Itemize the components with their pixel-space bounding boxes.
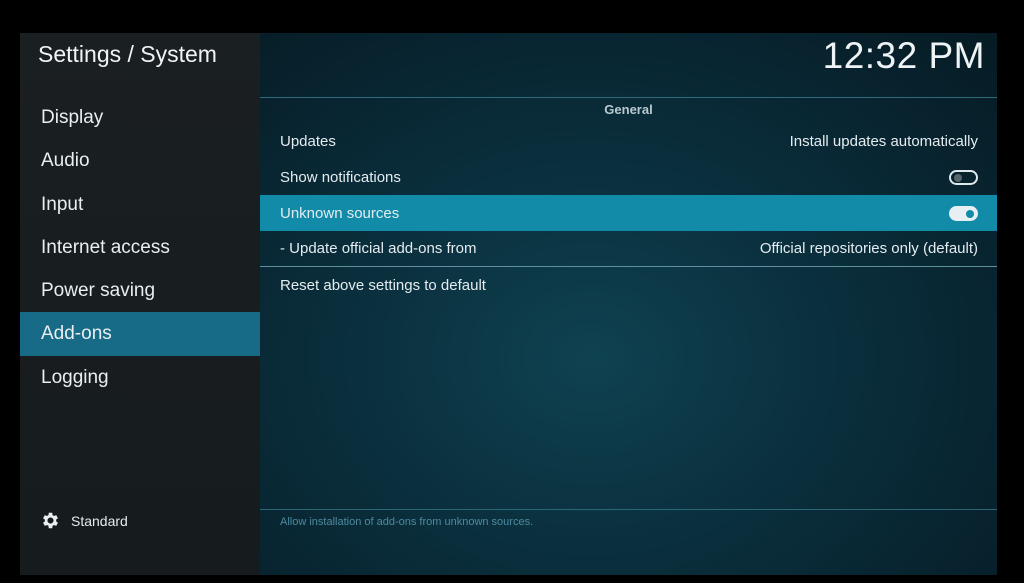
clock: 12:32 PM (822, 35, 985, 76)
settings-level-label: Standard (71, 512, 128, 529)
reset-settings-button[interactable]: Reset above settings to default (260, 267, 997, 303)
sidebar-item-logging[interactable]: Logging (20, 356, 260, 399)
help-divider (260, 509, 997, 510)
section-header-general: General (604, 102, 653, 117)
settings-content: 12:32 PM General Updates Install updates… (260, 33, 997, 575)
toggle-switch-on[interactable] (949, 205, 978, 221)
sidebar-item-add-ons[interactable]: Add-ons (20, 312, 260, 356)
toggle-switch-off[interactable] (949, 169, 978, 185)
sidebar-item-audio[interactable]: Audio (20, 139, 260, 182)
settings-level-button[interactable]: Standard (40, 510, 128, 531)
page-title: Settings / System (38, 41, 217, 67)
setting-value: Install updates automatically (789, 132, 978, 150)
header-divider (260, 97, 997, 98)
sidebar-item-display[interactable]: Display (20, 96, 260, 139)
setting-label: Updates (280, 132, 336, 150)
sidebar: Settings / System Display Audio Input In… (20, 33, 260, 575)
sidebar-item-internet-access[interactable]: Internet access (20, 226, 260, 269)
gear-icon (43, 512, 58, 529)
sidebar-nav: Display Audio Input Internet access Powe… (20, 96, 260, 399)
toggle-knob (966, 209, 974, 218)
setting-unknown-sources[interactable]: Unknown sources (260, 195, 997, 231)
setting-updates[interactable]: Updates Install updates automatically (260, 123, 997, 159)
setting-update-official-addons-from[interactable]: - Update official add-ons from Official … (260, 230, 997, 266)
setting-label: Reset above settings to default (280, 276, 486, 294)
toggle-knob (954, 173, 962, 182)
sidebar-item-input[interactable]: Input (20, 183, 260, 226)
setting-label: Unknown sources (280, 204, 400, 222)
setting-value: Official repositories only (default) (759, 239, 978, 257)
setting-label: - Update official add-ons from (280, 239, 477, 257)
setting-label: Show notifications (280, 168, 401, 186)
sidebar-item-power-saving[interactable]: Power saving (20, 269, 260, 312)
help-text: Allow installation of add-ons from unkno… (280, 516, 534, 528)
kodi-settings-window: Settings / System Display Audio Input In… (20, 33, 997, 575)
setting-show-notifications[interactable]: Show notifications (260, 159, 997, 195)
